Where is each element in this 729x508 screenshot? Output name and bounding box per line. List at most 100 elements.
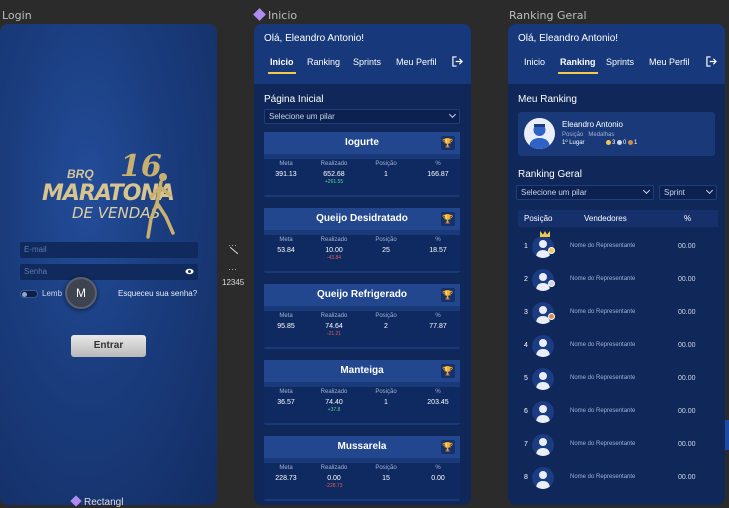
table-row[interactable]: 4 Nome do Representante 00.00 xyxy=(518,330,718,362)
metric-label: Meta xyxy=(279,465,293,471)
remember-toggle[interactable] xyxy=(20,290,38,298)
header-vendedores: Vendedores xyxy=(584,214,627,223)
pilar-card[interactable]: Iogurte 🏆 Meta 391.13 Realizado 652.68 +261.55… xyxy=(264,132,460,197)
pilar-card[interactable]: Manteiga 🏆 Meta 36.57 Realizado 74.40 +37.8 Pos… xyxy=(264,360,460,425)
metric-meta: Meta 36.57 xyxy=(264,389,308,406)
meu-posicao: 1º Lugar xyxy=(562,140,585,146)
metric-value: 36.57 xyxy=(277,399,295,406)
metric-pct: % 0.00 xyxy=(416,465,460,482)
user-avatar-icon xyxy=(536,438,550,456)
trophy-icon[interactable]: 🏆 xyxy=(441,440,455,454)
metric-value: 95.85 xyxy=(277,323,295,330)
metric-delta: -21.21 xyxy=(326,331,342,337)
row-position: 5 xyxy=(524,375,528,382)
tab-sprints[interactable]: Sprints xyxy=(606,57,634,67)
table-row[interactable]: 5 Nome do Representante 00.00 xyxy=(518,363,718,395)
code-text: 12345 xyxy=(222,278,245,287)
trophy-icon[interactable]: 🏆 xyxy=(441,364,455,378)
metric-label: Meta xyxy=(279,313,293,319)
eye-icon[interactable] xyxy=(185,267,194,276)
tab-ranking[interactable]: Ranking xyxy=(307,57,340,67)
metric-value: 0.00 xyxy=(327,475,341,482)
card-header: Manteiga 🏆 xyxy=(264,360,460,382)
table-row[interactable]: 1 Nome do Representante 00.00 xyxy=(518,231,718,263)
row-name: Nome do Representante xyxy=(570,408,636,414)
row-avatar xyxy=(532,467,554,489)
metric-meta: Meta 391.13 xyxy=(264,161,308,178)
metric-label: Meta xyxy=(279,389,293,395)
trophy-icon[interactable]: 🏆 xyxy=(441,136,455,150)
metric-value: 0.00 xyxy=(431,475,445,482)
pilar-card[interactable]: Queijo Refrigerado 🏆 Meta 95.85 Realizado 74.… xyxy=(264,284,460,349)
tab-ranking[interactable]: Ranking xyxy=(558,57,598,74)
chevron-down-icon xyxy=(642,186,651,195)
row-name: Nome do Representante xyxy=(570,243,636,249)
metric-label: Realizado xyxy=(320,161,348,167)
metric-label: Realizado xyxy=(320,237,348,243)
metric-value: 228.73 xyxy=(275,475,297,482)
trophy-icon[interactable]: 🏆 xyxy=(441,212,455,226)
row-score: 00.00 xyxy=(678,309,696,316)
logout-icon[interactable] xyxy=(706,56,717,67)
metric-label: % xyxy=(435,237,441,243)
meu-ranking-card: Eleandro Antonio Posição Medalhas 1º Lug… xyxy=(518,112,715,156)
header-posicao: Posição xyxy=(524,214,553,223)
metric-posicao: Posição 2 xyxy=(364,313,408,330)
table-row[interactable]: 6 Nome do Representante 00.00 xyxy=(518,396,718,428)
metric-delta: +37.8 xyxy=(327,407,341,413)
tab-meu-perfil[interactable]: Meu Perfil xyxy=(649,57,690,67)
user-avatar-icon xyxy=(536,405,550,423)
metric-label: Posição xyxy=(375,161,397,167)
tab-bar: Inicio Ranking Sprints Meu Perfil xyxy=(264,56,465,77)
pilar-card[interactable]: Mussarela 🏆 Meta 228.73 Realizado 0.00 -228.73… xyxy=(264,436,460,501)
metric-value: 74.64 xyxy=(325,323,343,330)
metric-label: Realizado xyxy=(320,389,348,395)
email-field[interactable]: E-mail xyxy=(20,242,198,258)
tab-meu-perfil[interactable]: Meu Perfil xyxy=(396,57,437,67)
metric-value: 391.13 xyxy=(275,171,297,178)
row-position: 6 xyxy=(524,408,528,415)
meu-nome: Eleandro Antonio xyxy=(562,120,623,129)
metric-label: Realizado xyxy=(320,465,348,471)
metric-posicao: Posição 1 xyxy=(364,161,408,178)
metric-label: Posição xyxy=(375,389,397,395)
metric-realizado: Realizado 74.40 +37.8 xyxy=(312,389,356,413)
table-row[interactable]: 3 Nome do Representante 00.00 xyxy=(518,297,718,329)
entrar-button[interactable]: Entrar xyxy=(71,335,146,357)
tab-inicio[interactable]: Inicio xyxy=(268,57,296,74)
sprint-select[interactable]: Sprint xyxy=(659,185,717,200)
avatar[interactable]: M xyxy=(65,277,97,309)
forgot-password-link[interactable]: Esqueceu sua senha? xyxy=(118,289,197,298)
metric-realizado: Realizado 652.68 +261.55 xyxy=(312,161,356,185)
login-screen: BRQ 16 MARATONA DE VENDAS E-mail Senha L… xyxy=(0,24,217,505)
metric-value: 25 xyxy=(382,247,390,254)
avatar xyxy=(524,118,555,149)
pilar-select[interactable]: Selecione um pilar xyxy=(516,185,654,200)
inicio-body: Página Inicial Selecione um pilar Iogurt… xyxy=(254,84,471,505)
bronze-medal-icon xyxy=(628,140,634,145)
metric-delta: -43.84 xyxy=(326,255,342,261)
card-title: Iogurte xyxy=(345,137,379,148)
metric-meta: Meta 95.85 xyxy=(264,313,308,330)
header-pct: % xyxy=(684,214,692,223)
metric-label: Realizado xyxy=(320,313,348,319)
metric-realizado: Realizado 0.00 -228.73 xyxy=(312,465,356,489)
pilar-select[interactable]: Selecione um pilar xyxy=(264,109,460,124)
trophy-icon[interactable]: 🏆 xyxy=(441,288,455,302)
pilar-card[interactable]: Queijo Desidratado 🏆 Meta 53.84 Realizado 10.… xyxy=(264,208,460,273)
card-header: Queijo Refrigerado 🏆 xyxy=(264,284,460,306)
password-field[interactable]: Senha xyxy=(20,264,198,280)
crown-icon xyxy=(540,231,550,237)
ranking-screen: Olá, Eleandro Antonio! Inicio Ranking Sp… xyxy=(508,24,725,505)
tab-inicio[interactable]: Inicio xyxy=(524,57,545,67)
table-row[interactable]: 7 Nome do Representante 00.00 xyxy=(518,429,718,461)
metric-posicao: Posição 15 xyxy=(364,465,408,482)
frame-label-login: Login xyxy=(2,9,32,22)
medal-icon xyxy=(548,280,555,287)
tab-sprints[interactable]: Sprints xyxy=(353,57,381,67)
logout-icon[interactable] xyxy=(452,56,463,67)
table-row[interactable]: 2 Nome do Representante 00.00 xyxy=(518,264,718,296)
row-avatar xyxy=(532,335,554,357)
table-row[interactable]: 8 Nome do Representante 00.00 xyxy=(518,462,718,494)
card-metrics: Meta 36.57 Realizado 74.40 +37.8 Posição 1% 203… xyxy=(264,387,460,423)
